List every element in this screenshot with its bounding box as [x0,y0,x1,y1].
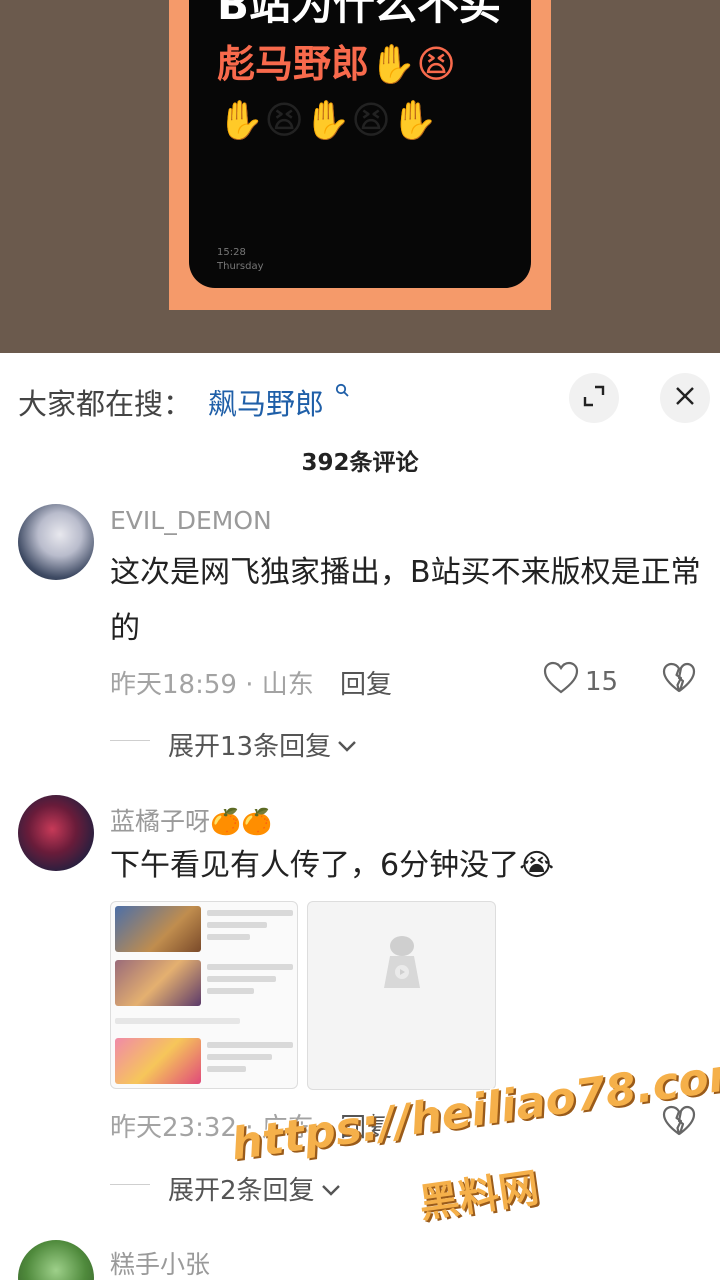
broken-heart-icon [662,1105,696,1141]
expand-replies-label: 展开13条回复 [168,732,332,762]
comment-count: 392条评论 [301,450,419,476]
dislike-button[interactable] [662,662,696,698]
comment-time-location: 昨天18:59 · 山东 [110,670,314,700]
thumbnail-text-lines [207,910,293,946]
like-count: 15 [585,666,619,697]
video-caption-line2: 彪马野郎✋😫 [217,42,456,86]
thumbnail-video-cover [115,1038,201,1084]
avatar[interactable] [18,1240,94,1280]
close-button[interactable] [660,373,710,423]
chevron-down-icon [321,1174,341,1204]
expand-divider [110,740,150,741]
thumbnail-text-lines [207,1042,293,1078]
video-day: Thursday [217,261,264,272]
expand-replies-button[interactable]: 展开2条回复 [168,1170,341,1207]
watermark-name: 黑料网 [416,1165,542,1228]
video-caption-line3: ✋😫✋😫✋ [217,98,439,142]
expand-icon [582,384,606,412]
comment-image-thumbnail[interactable] [110,901,298,1089]
search-keyword-link[interactable]: 飙马野郎 [208,381,324,423]
expand-replies-button[interactable]: 展开13条回复 [168,726,357,763]
video-time: 15:28 [217,247,246,258]
comment-content: 这次是网飞独家播出，B站买不来版权是正常的 [110,555,701,646]
search-icon[interactable] [335,383,350,402]
reply-button[interactable]: 回复 [340,664,392,701]
avatar[interactable] [18,504,94,580]
avatar[interactable] [18,795,94,871]
comment-image-placeholder[interactable] [307,901,496,1090]
chevron-down-icon [337,730,357,760]
expand-replies-label: 展开2条回复 [168,1176,315,1206]
comment-content: 下午看见有人传了，6分钟没了😭 [110,848,555,883]
comment-username[interactable]: EVIL_DEMON [110,506,272,535]
dislike-button[interactable] [662,1105,696,1141]
thumbnail-text-lines [207,964,293,1000]
comment-username[interactable]: 糕手小张 [110,1245,210,1280]
close-icon [674,385,696,411]
video-player[interactable]: B站为什么不买 彪马野郎✋😫 ✋😫✋😫✋ 15:28 Thursday [0,0,720,353]
comment-username[interactable]: 蓝橘子呀🍊🍊 [110,802,272,838]
video-frame: B站为什么不买 彪马野郎✋😫 ✋😫✋😫✋ 15:28 Thursday [169,0,551,310]
like-button[interactable]: 15 [543,661,618,702]
search-prefix-label: 大家都在搜： [18,387,193,421]
expand-button[interactable] [569,373,619,423]
video-phone-screen: B站为什么不买 彪马野郎✋😫 ✋😫✋😫✋ 15:28 Thursday [189,0,531,288]
thumbnail-video-cover [115,960,201,1006]
search-suggestion-bar: 大家都在搜： 飙马野郎 [0,353,720,443]
video-unavailable-icon [378,932,426,996]
thumbnail-text-lines [115,1018,293,1030]
expand-divider [110,1184,150,1185]
thumbnail-video-cover [115,906,201,952]
broken-heart-icon [662,662,696,698]
heart-icon [543,661,579,702]
video-caption-line1: B站为什么不买 [217,0,502,29]
